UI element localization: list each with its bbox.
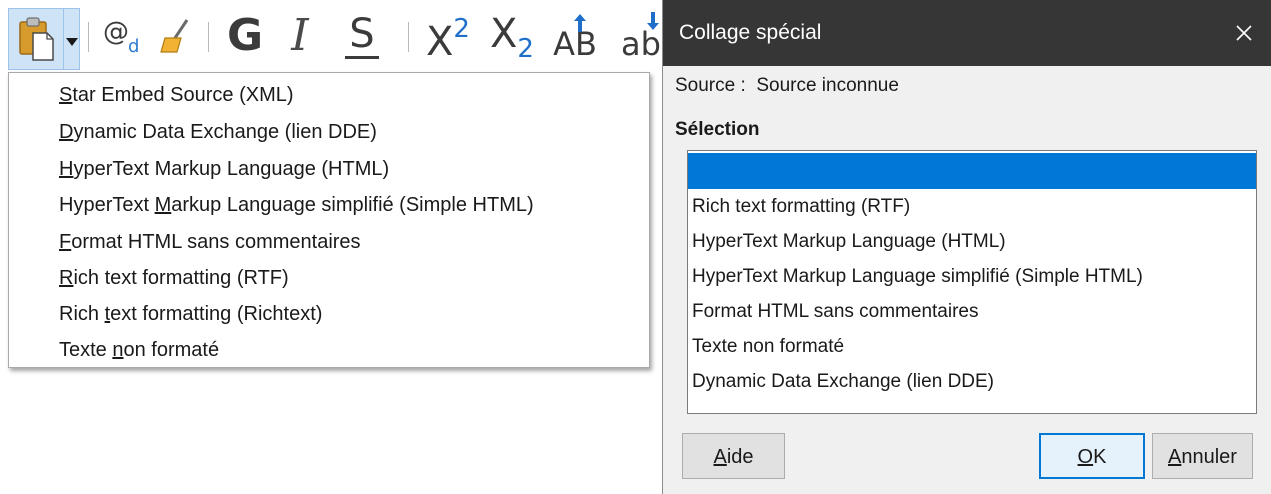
button-accelerator: A [1168,446,1182,468]
uppercase-icon: AB [553,28,597,60]
menu-item-rtf[interactable]: Rich text formatting (RTF) [59,261,289,295]
menu-item-star-embed-source[interactable]: Star Embed Source (XML) [59,78,294,112]
subscript-base: X [490,11,518,57]
list-item-rtf[interactable]: Rich text formatting (RTF) [688,189,1256,225]
italic-button[interactable]: I [282,8,318,64]
list-item-simple-html[interactable]: HyperText Markup Language simplifié (Sim… [688,259,1256,295]
paste-special-dialog: Collage spécial Source : Source inconnue… [662,0,1271,494]
arrow-up-icon [574,14,586,32]
svg-text:d: d [128,36,139,56]
button-accelerator: O [1077,446,1094,468]
subscript-icon: X2 [490,11,534,62]
italic-icon: I [291,10,309,61]
formatting-toolbar: @ d G I S X2 X2 AB ab [0,0,660,72]
menu-item-text: HyperText [59,194,155,216]
list-item-unformatted-text[interactable]: Texte non formaté [688,329,1256,365]
paste-split-divider [63,9,64,69]
menu-item-accelerator: S [59,84,73,106]
paste-button[interactable] [8,8,80,70]
menu-item-text: ext formatting (Richtext) [110,303,323,325]
subscript-exponent: 2 [517,34,534,64]
cancel-button[interactable]: Annuler [1152,433,1253,479]
menu-item-text: Texte [59,339,113,361]
menu-item-html-no-comments[interactable]: Format HTML sans commentaires [59,225,361,259]
lowercase-label: ab [621,25,660,63]
lowercase-icon: ab [621,28,660,60]
text-attributes-icon: @ d [103,17,139,56]
menu-item-text: arkup Language simplifié (Simple HTML) [171,194,534,216]
text-attributes-button[interactable]: @ d [96,8,148,64]
selection-label: Sélection [675,119,760,140]
menu-item-dde-link[interactable]: Dynamic Data Exchange (lien DDE) [59,115,377,149]
superscript-base: X [426,19,454,65]
strikethrough-icon: S [345,14,379,59]
menu-item-html[interactable]: HyperText Markup Language (HTML) [59,152,389,186]
subscript-button[interactable]: X2 [484,8,540,64]
source-row: Source : Source inconnue [675,70,899,102]
uppercase-button[interactable]: AB [548,8,602,64]
button-label: ide [726,446,754,468]
clipboard-icon [19,17,54,61]
toolbar-separator [408,22,409,52]
menu-item-accelerator: H [59,158,74,180]
dialog-titlebar[interactable]: Collage spécial [663,0,1271,66]
list-item-html-no-comments[interactable]: Format HTML sans commentaires [688,294,1256,330]
eraser-broom-icon [160,19,189,53]
svg-text:@: @ [103,17,129,47]
ok-button[interactable]: OK [1039,433,1145,479]
menu-item-text: ynamic Data Exchange (lien DDE) [73,121,377,143]
superscript-icon: X2 [426,16,470,65]
menu-item-text: ich text formatting (RTF) [73,267,289,289]
list-item-selected[interactable] [688,153,1256,189]
menu-item-accelerator: n [112,339,124,361]
source-value: Source inconnue [756,75,899,96]
lowercase-button[interactable]: ab [610,8,660,64]
dialog-title: Collage spécial [679,21,822,44]
menu-item-unformatted-text[interactable]: Texte non formaté [59,333,219,367]
menu-item-text: tar Embed Source (XML) [72,84,294,106]
menu-item-accelerator: M [154,194,172,216]
help-button[interactable]: Aide [682,433,785,479]
paste-special-menu: Star Embed Source (XML) Dynamic Data Exc… [8,72,650,368]
clear-formatting-button[interactable] [152,8,202,64]
menu-item-richtext[interactable]: Rich text formatting (Richtext) [59,297,322,331]
toolbar-separator [208,22,209,52]
toolbar-separator [88,22,89,52]
close-icon [1236,25,1252,41]
list-item-html[interactable]: HyperText Markup Language (HTML) [688,224,1256,260]
list-item-dde-link[interactable]: Dynamic Data Exchange (lien DDE) [688,364,1256,400]
button-label: K [1093,446,1107,468]
format-listbox[interactable]: Rich text formatting (RTF) HyperText Mar… [687,150,1257,414]
menu-item-accelerator: R [59,267,74,289]
bold-button[interactable]: G [222,8,268,64]
source-label: Source : [675,75,746,96]
bold-icon: G [226,10,264,61]
button-accelerator: A [713,446,727,468]
dropdown-arrow-icon[interactable] [66,38,78,46]
menu-item-text: ormat HTML sans commentaires [71,231,361,253]
menu-item-simple-html[interactable]: HyperText Markup Language simplifié (Sim… [59,188,534,222]
menu-item-text: on formaté [123,339,220,361]
menu-item-text: yperText Markup Language (HTML) [73,158,390,180]
close-button[interactable] [1223,12,1265,54]
superscript-exponent: 2 [453,14,470,44]
menu-item-accelerator: F [59,231,72,253]
arrow-down-icon [647,12,659,30]
menu-item-text: Rich [59,303,105,325]
strikethrough-button[interactable]: S [340,8,384,64]
superscript-button[interactable]: X2 [420,8,476,64]
menu-item-accelerator: D [59,121,74,143]
button-label: nnuler [1181,446,1237,468]
